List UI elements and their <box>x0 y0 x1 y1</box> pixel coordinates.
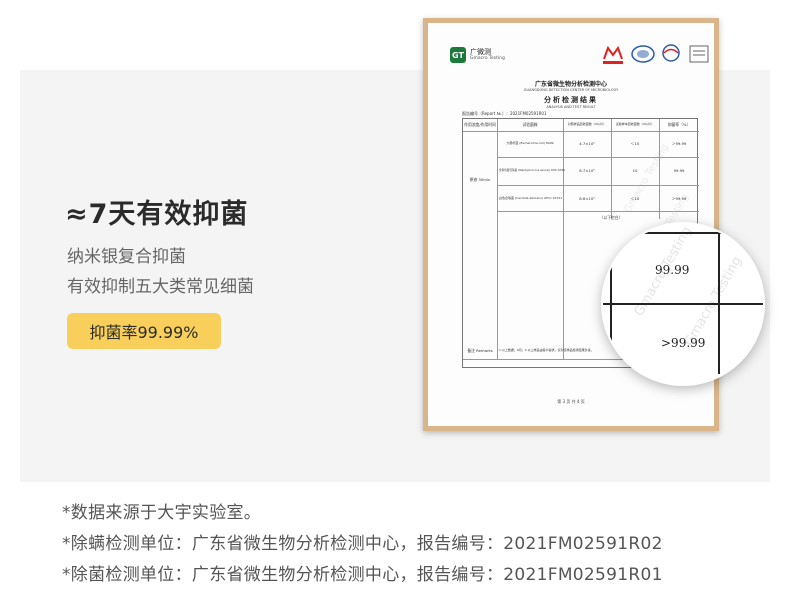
feature-headline: ≈7天有效抑菌 <box>65 199 249 230</box>
table-header: 试验菌株 <box>522 122 538 127</box>
lab-name-en: GUANGDONG DETECTION CENTER OF MICROBIOLO… <box>523 88 619 92</box>
table-cell-strain: 大肠杆菌 (Escherichia coli) 8099 <box>506 141 554 145</box>
ilac-mra-seal-icon <box>631 45 655 63</box>
report-title: 分析检测结果 <box>544 96 598 104</box>
report-number: 报告编号（Report №.）：2021FM02591R01 <box>462 111 547 116</box>
zoom-table-line <box>603 303 763 305</box>
lab-name: 广东省微生物分析检测中心 <box>534 81 607 88</box>
feature-desc-line2: 有效抑制五大类常见细菌 <box>67 277 254 297</box>
table-cell-control: 8.6×10⁵ <box>579 196 595 201</box>
testing-seal-icon <box>689 45 709 63</box>
table-cell-strain: 金黄色葡萄球菌 (Staphylococcus aureus) ATCC 653… <box>499 169 565 172</box>
table-remarks-label: 备注 Remarks <box>467 348 493 353</box>
zoom-table-line <box>718 234 720 374</box>
table-cell-control: 4.7×10⁵ <box>579 141 595 146</box>
report-title-en: ANALYSIS AND TEST RESULT <box>546 105 596 109</box>
zoom-value-top: 99.99 <box>655 263 690 277</box>
table-header: 抑菌率（%） <box>667 122 691 127</box>
table-header: 作用浓度/作用时间 <box>464 122 496 127</box>
cma-seal-icon <box>603 45 623 64</box>
table-cell-rate: ＞99.99 <box>671 196 687 201</box>
lab-logo-name-en: Gmacro Testing <box>470 56 505 61</box>
footnote-source: *数据来源于大宇实验室。 <box>62 503 262 523</box>
lab-logo-icon: GT <box>450 47 466 63</box>
table-cell-rate: ＞99.99 <box>671 141 687 146</box>
feature-desc-line1: 纳米银复合抑菌 <box>67 247 186 267</box>
footnote-mite-report: *除螨检测单位：广东省微生物分析检测中心，报告编号：2021FM02591R02 <box>62 534 663 554</box>
table-header: 对照样品回收菌数（cfu/片） <box>567 122 607 126</box>
zoom-table-line <box>610 264 612 384</box>
table-header: 试验样本回收菌数（cfu/片） <box>615 122 655 126</box>
zoom-magnifier: Gmacro Testing Gmacro Testing 99.99 >99.… <box>601 222 765 386</box>
table-cell-test: ＜10 <box>630 196 640 201</box>
table-blank-note: （以下空白） <box>599 215 623 220</box>
page-footer: 第 3 页 共 4 页 <box>557 399 585 404</box>
table-cell-test: ＜10 <box>630 141 640 146</box>
antibacterial-rate-badge: 抑菌率99.99% <box>67 313 221 349</box>
table-cell-control: 8.7×10⁵ <box>579 168 595 173</box>
table-cell-strain: 白色念珠菌 (Candida albicans) ATCC 10231 <box>499 196 563 200</box>
badge-label: 抑菌率99.99% <box>89 323 199 342</box>
zoom-value-bottom: >99.99 <box>661 336 706 350</box>
zoom-table-line <box>603 232 721 234</box>
cnas-seal-icon <box>662 44 680 62</box>
zoom-watermark: Gmacro Testing <box>681 254 746 349</box>
table-condition: 原液 30min <box>469 177 491 182</box>
table-cell-test: 10 <box>632 168 638 173</box>
footnote-bacteria-report: *除菌检测单位：广东省微生物分析检测中心，报告编号：2021FM02591R01 <box>62 565 663 585</box>
table-cell-rate: 99.99 <box>673 168 685 173</box>
